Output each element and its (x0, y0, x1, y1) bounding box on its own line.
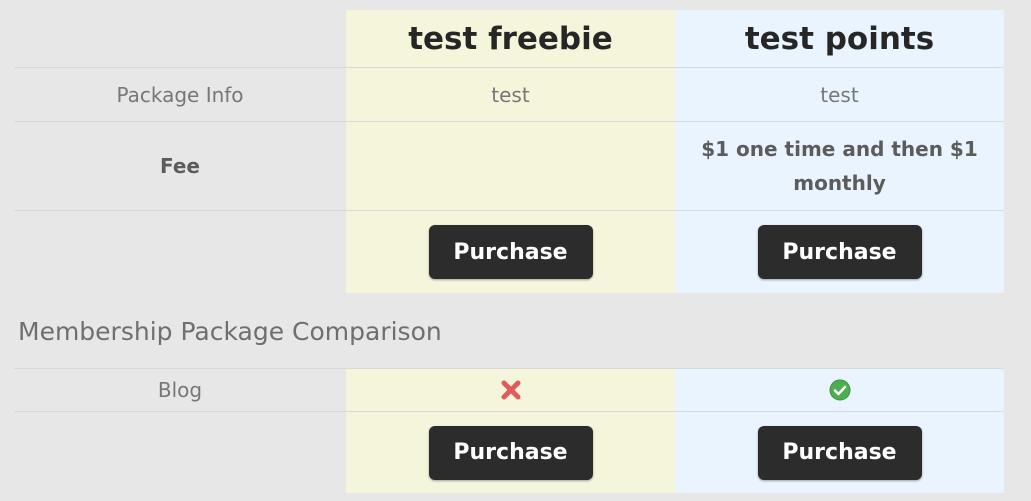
row-label-fee: Fee (160, 154, 200, 178)
row-label-blog: Blog (157, 378, 203, 402)
purchase-button-freebie-comparison[interactable]: Purchase (428, 425, 593, 480)
row-label-package-info: Package Info (116, 82, 244, 107)
plan-title-freebie: test freebie (408, 20, 613, 57)
purchase-cell-points: Purchase (675, 211, 1004, 293)
purchase-button-points-comparison[interactable]: Purchase (757, 425, 922, 480)
comparison-section-title: Membership Package Comparison (18, 317, 442, 346)
blog-cell-points (675, 369, 1004, 411)
red-x-icon (501, 380, 520, 400)
purchase-cell-freebie-comparison: Purchase (346, 412, 675, 493)
package-info-freebie: test (491, 82, 530, 107)
purchase-cell-freebie: Purchase (346, 211, 675, 293)
plan-title-points: test points (744, 20, 935, 57)
package-info-points: test (820, 82, 859, 107)
purchase-button-freebie[interactable]: Purchase (428, 225, 593, 279)
fee-freebie (346, 122, 675, 210)
fee-points: $1 one time and then $1 monthly (701, 137, 978, 195)
purchase-button-points[interactable]: Purchase (757, 225, 922, 279)
blog-cell-freebie (346, 369, 675, 411)
green-check-icon (829, 379, 850, 401)
purchase-cell-points-comparison: Purchase (675, 412, 1004, 493)
